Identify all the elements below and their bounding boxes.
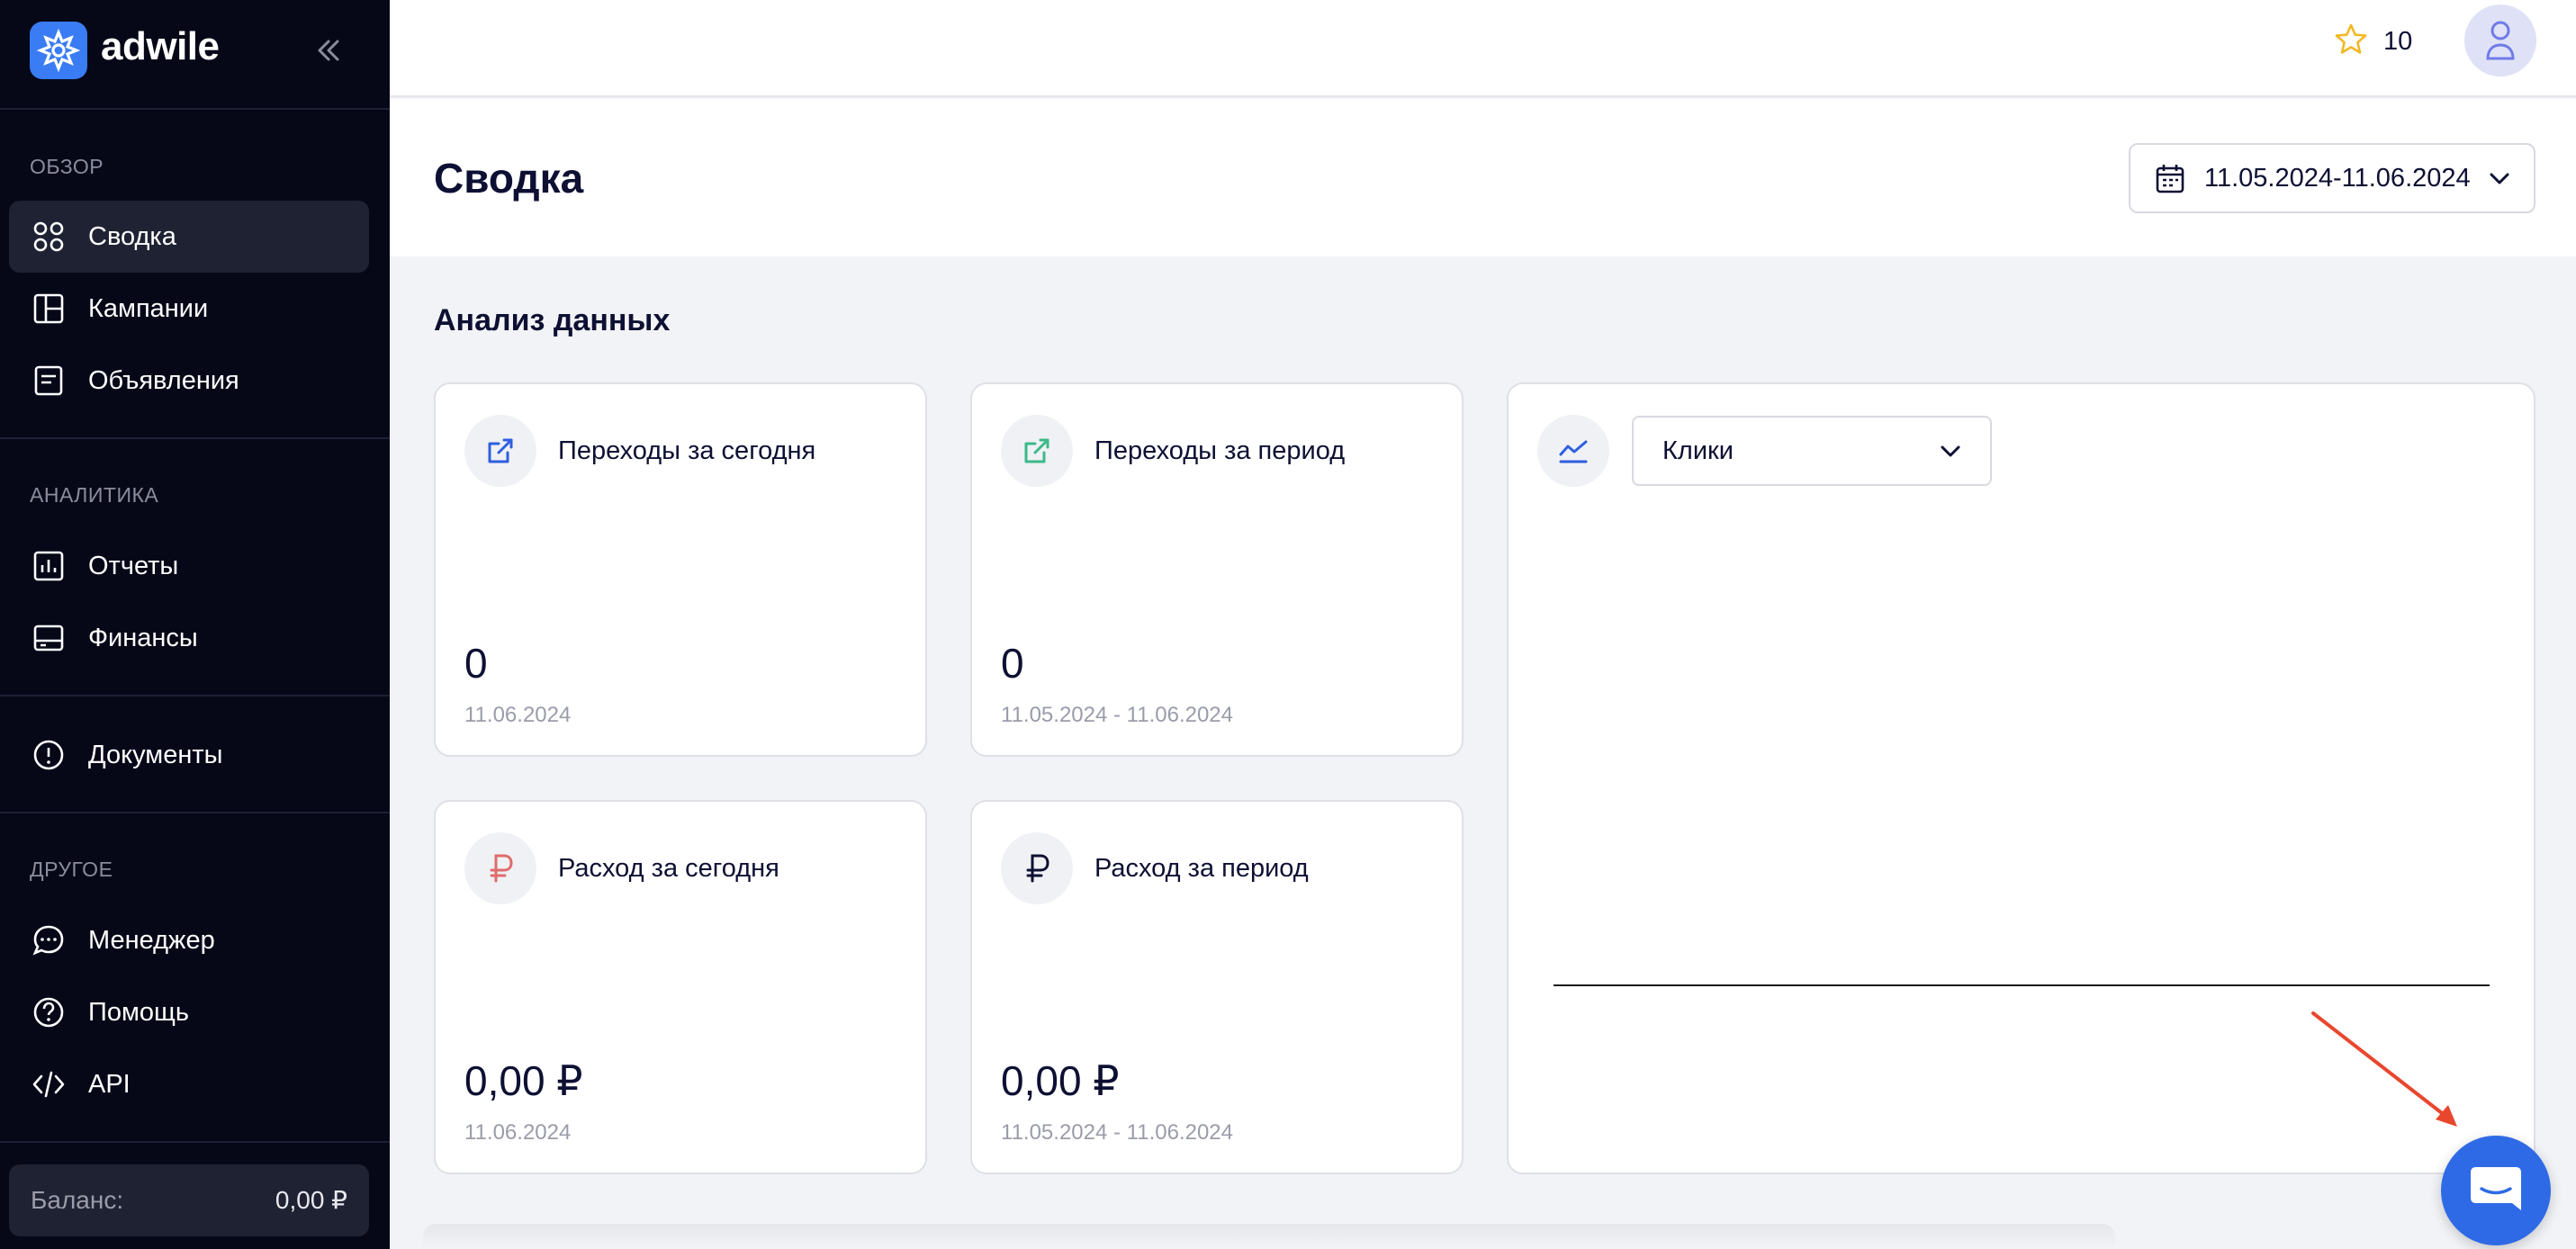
sidebar-item-summary[interactable]: Сводка	[9, 201, 369, 273]
annotation-arrow-icon	[2311, 1011, 2457, 1127]
chevron-down-icon	[2485, 164, 2514, 193]
star-icon[interactable]	[2333, 22, 2369, 58]
chat-icon	[32, 923, 66, 957]
section-label-analytics: АНАЛИТИКА	[30, 483, 159, 507]
sidebar-item-label: Отчеты	[88, 552, 179, 580]
wallet-icon	[32, 621, 66, 655]
stat-card-value: 0	[1001, 640, 1024, 687]
sidebar-item-label: Документы	[88, 741, 223, 769]
stat-card-date: 11.06.2024	[464, 1120, 572, 1145]
date-range-value: 11.05.2024-11.06.2024	[2204, 164, 2471, 193]
balance-value: 0,00 ₽	[275, 1186, 347, 1214]
user-avatar[interactable]	[2464, 4, 2536, 76]
external-link-icon	[464, 415, 536, 487]
sidebar-item-label: Объявления	[88, 366, 239, 395]
user-icon	[2486, 21, 2515, 60]
sidebar-divider	[0, 695, 390, 696]
stat-card-date: 11.05.2024 - 11.06.2024	[1001, 703, 1233, 727]
help-icon	[32, 995, 66, 1029]
stat-card-clicks-today: Переходы за сегодня 0 11.06.2024	[434, 382, 927, 757]
sidebar-item-label: Сводка	[88, 222, 176, 251]
sidebar-item-campaigns[interactable]: Кампании	[9, 273, 369, 345]
grid-icon	[32, 220, 66, 254]
logo-row: adwile	[0, 0, 390, 110]
sidebar-item-label: API	[88, 1070, 131, 1099]
balance-label: Баланс:	[31, 1186, 124, 1214]
top-bar	[390, 0, 2576, 97]
sidebar-item-help[interactable]: Помощь	[9, 976, 369, 1048]
date-range-picker[interactable]: 11.05.2024-11.06.2024	[2129, 143, 2535, 213]
stat-card-spend-today: Расход за сегодня 0,00 ₽ 11.06.2024	[434, 800, 927, 1174]
calendar-icon	[2154, 162, 2186, 194]
section-title: Анализ данных	[434, 303, 671, 337]
chat-bubble-icon	[2471, 1167, 2521, 1210]
sidebar-divider	[0, 1141, 390, 1143]
sidebar-divider	[0, 812, 390, 813]
section-label-other: ДРУГОЕ	[30, 858, 113, 881]
sidebar-item-documents[interactable]: Документы	[9, 719, 369, 791]
line-chart-icon	[1537, 415, 1609, 487]
sidebar-item-reports[interactable]: Отчеты	[9, 530, 369, 602]
clicks-line-chart	[1554, 984, 2490, 986]
layout-icon	[32, 292, 66, 326]
stat-card-value: 0,00 ₽	[464, 1057, 583, 1104]
stat-card-value: 0	[464, 640, 488, 687]
bar-chart-icon	[32, 549, 66, 583]
stat-card-date: 11.05.2024 - 11.06.2024	[1001, 1120, 1233, 1145]
balance-panel[interactable]: Баланс: 0,00 ₽	[9, 1164, 369, 1236]
stat-card-title: Расход за сегодня	[558, 854, 779, 883]
next-section-edge	[423, 1224, 2115, 1249]
stat-card-title: Расход за период	[1094, 854, 1309, 883]
stat-card-title: Переходы за период	[1094, 436, 1346, 465]
metric-select[interactable]: Клики	[1632, 416, 1992, 486]
stat-card-title: Переходы за сегодня	[558, 436, 816, 465]
sidebar-item-label: Помощь	[88, 998, 190, 1027]
ruble-icon	[1001, 832, 1073, 904]
sidebar-item-manager[interactable]: Менеджер	[9, 904, 369, 976]
stat-card-date: 11.06.2024	[464, 703, 572, 727]
metric-select-value: Клики	[1662, 436, 1734, 465]
sidebar-divider	[0, 437, 390, 439]
stars-count: 10	[2383, 27, 2413, 56]
chat-widget-button[interactable]	[2441, 1136, 2551, 1245]
sidebar-item-label: Кампании	[88, 294, 209, 323]
page-title: Сводка	[434, 155, 584, 202]
alert-circle-icon	[32, 738, 66, 772]
brand-name[interactable]: adwile	[101, 22, 220, 72]
code-icon	[32, 1067, 66, 1101]
ruble-icon	[464, 832, 536, 904]
collapse-sidebar-icon[interactable]	[311, 32, 347, 68]
sidebar: adwile ОБЗОР Сводка Кампании Объявления …	[0, 0, 390, 1249]
stat-card-spend-period: Расход за период 0,00 ₽ 11.05.2024 - 11.…	[970, 800, 1464, 1174]
sidebar-item-api[interactable]: API	[9, 1048, 369, 1120]
document-icon	[32, 364, 66, 398]
stat-card-value: 0,00 ₽	[1001, 1057, 1120, 1104]
sidebar-item-label: Финансы	[88, 624, 198, 652]
adwile-logo-icon[interactable]	[30, 22, 87, 79]
chevron-down-icon	[1936, 436, 1965, 465]
section-label-overview: ОБЗОР	[30, 155, 104, 178]
sidebar-item-ads[interactable]: Объявления	[9, 345, 369, 417]
sidebar-item-label: Менеджер	[88, 926, 215, 955]
external-link-icon	[1001, 415, 1073, 487]
sidebar-item-finance[interactable]: Финансы	[9, 602, 369, 674]
stat-card-clicks-period: Переходы за период 0 11.05.2024 - 11.06.…	[970, 382, 1464, 757]
